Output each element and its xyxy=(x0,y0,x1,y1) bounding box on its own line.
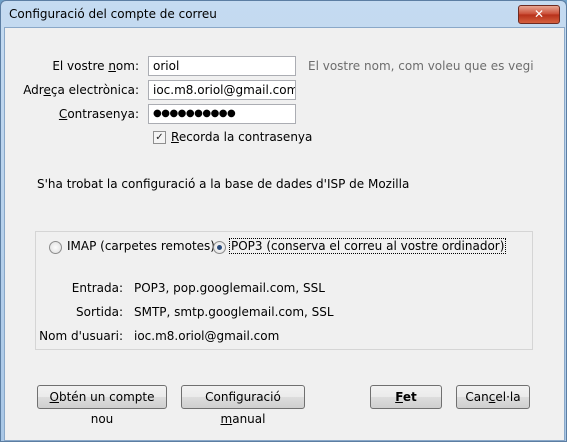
account-setup-window: Configuració del compte de correu ✕ El v… xyxy=(0,0,567,442)
password-input[interactable]: ●●●●●●●●●● xyxy=(148,104,296,124)
incoming-value: POP3, pop.googlemail.com, SSL xyxy=(134,281,325,295)
check-icon: ✓ xyxy=(155,132,164,143)
incoming-label: Entrada: xyxy=(71,281,123,295)
cancel-button[interactable]: Cancel·la xyxy=(456,385,530,409)
radio-selected-dot xyxy=(217,245,222,250)
close-icon[interactable]: ✕ xyxy=(534,7,544,21)
done-button[interactable]: Fet xyxy=(370,385,442,409)
name-label: El vostre nom: xyxy=(52,59,139,73)
imap-label[interactable]: IMAP (carpetes remotes) xyxy=(67,239,215,253)
window-title: Configuració del compte de correu xyxy=(9,7,217,21)
remember-password-label[interactable]: Recorda la contrasenya xyxy=(171,130,312,144)
status-message: S'ha trobat la configuració a la base de… xyxy=(37,177,410,191)
name-hint: El vostre nom, com voleu que es vegi xyxy=(308,59,534,73)
server-config-group: IMAP (carpetes remotes) POP3 (conserva e… xyxy=(35,231,533,350)
get-new-account-button[interactable]: Obtén un compte nou xyxy=(37,385,167,426)
dialog-body: El vostre nom: oriol El vostre nom, com … xyxy=(4,27,565,441)
title-bar: Configuració del compte de correu ✕ xyxy=(1,1,566,27)
imap-radio[interactable] xyxy=(49,241,62,254)
pop3-radio[interactable] xyxy=(213,241,226,254)
username-label: Nom d'usuari: xyxy=(39,329,123,343)
name-input[interactable]: oriol xyxy=(148,56,296,76)
outgoing-label: Sortida: xyxy=(76,305,123,319)
pop3-label[interactable]: POP3 (conserva el correu al vostre ordin… xyxy=(229,238,507,254)
password-label: Contrasenya: xyxy=(58,107,139,121)
email-input[interactable]: ioc.m8.oriol@gmail.com xyxy=(148,80,296,100)
close-button[interactable]: ✕ xyxy=(518,5,560,24)
email-label: Adreça electrònica: xyxy=(23,83,139,97)
manual-config-button[interactable]: Configuració manual xyxy=(181,385,305,426)
remember-password-checkbox[interactable]: ✓ xyxy=(153,131,166,144)
username-value: ioc.m8.oriol@gmail.com xyxy=(134,329,280,343)
outgoing-value: SMTP, smtp.googlemail.com, SSL xyxy=(134,305,334,319)
